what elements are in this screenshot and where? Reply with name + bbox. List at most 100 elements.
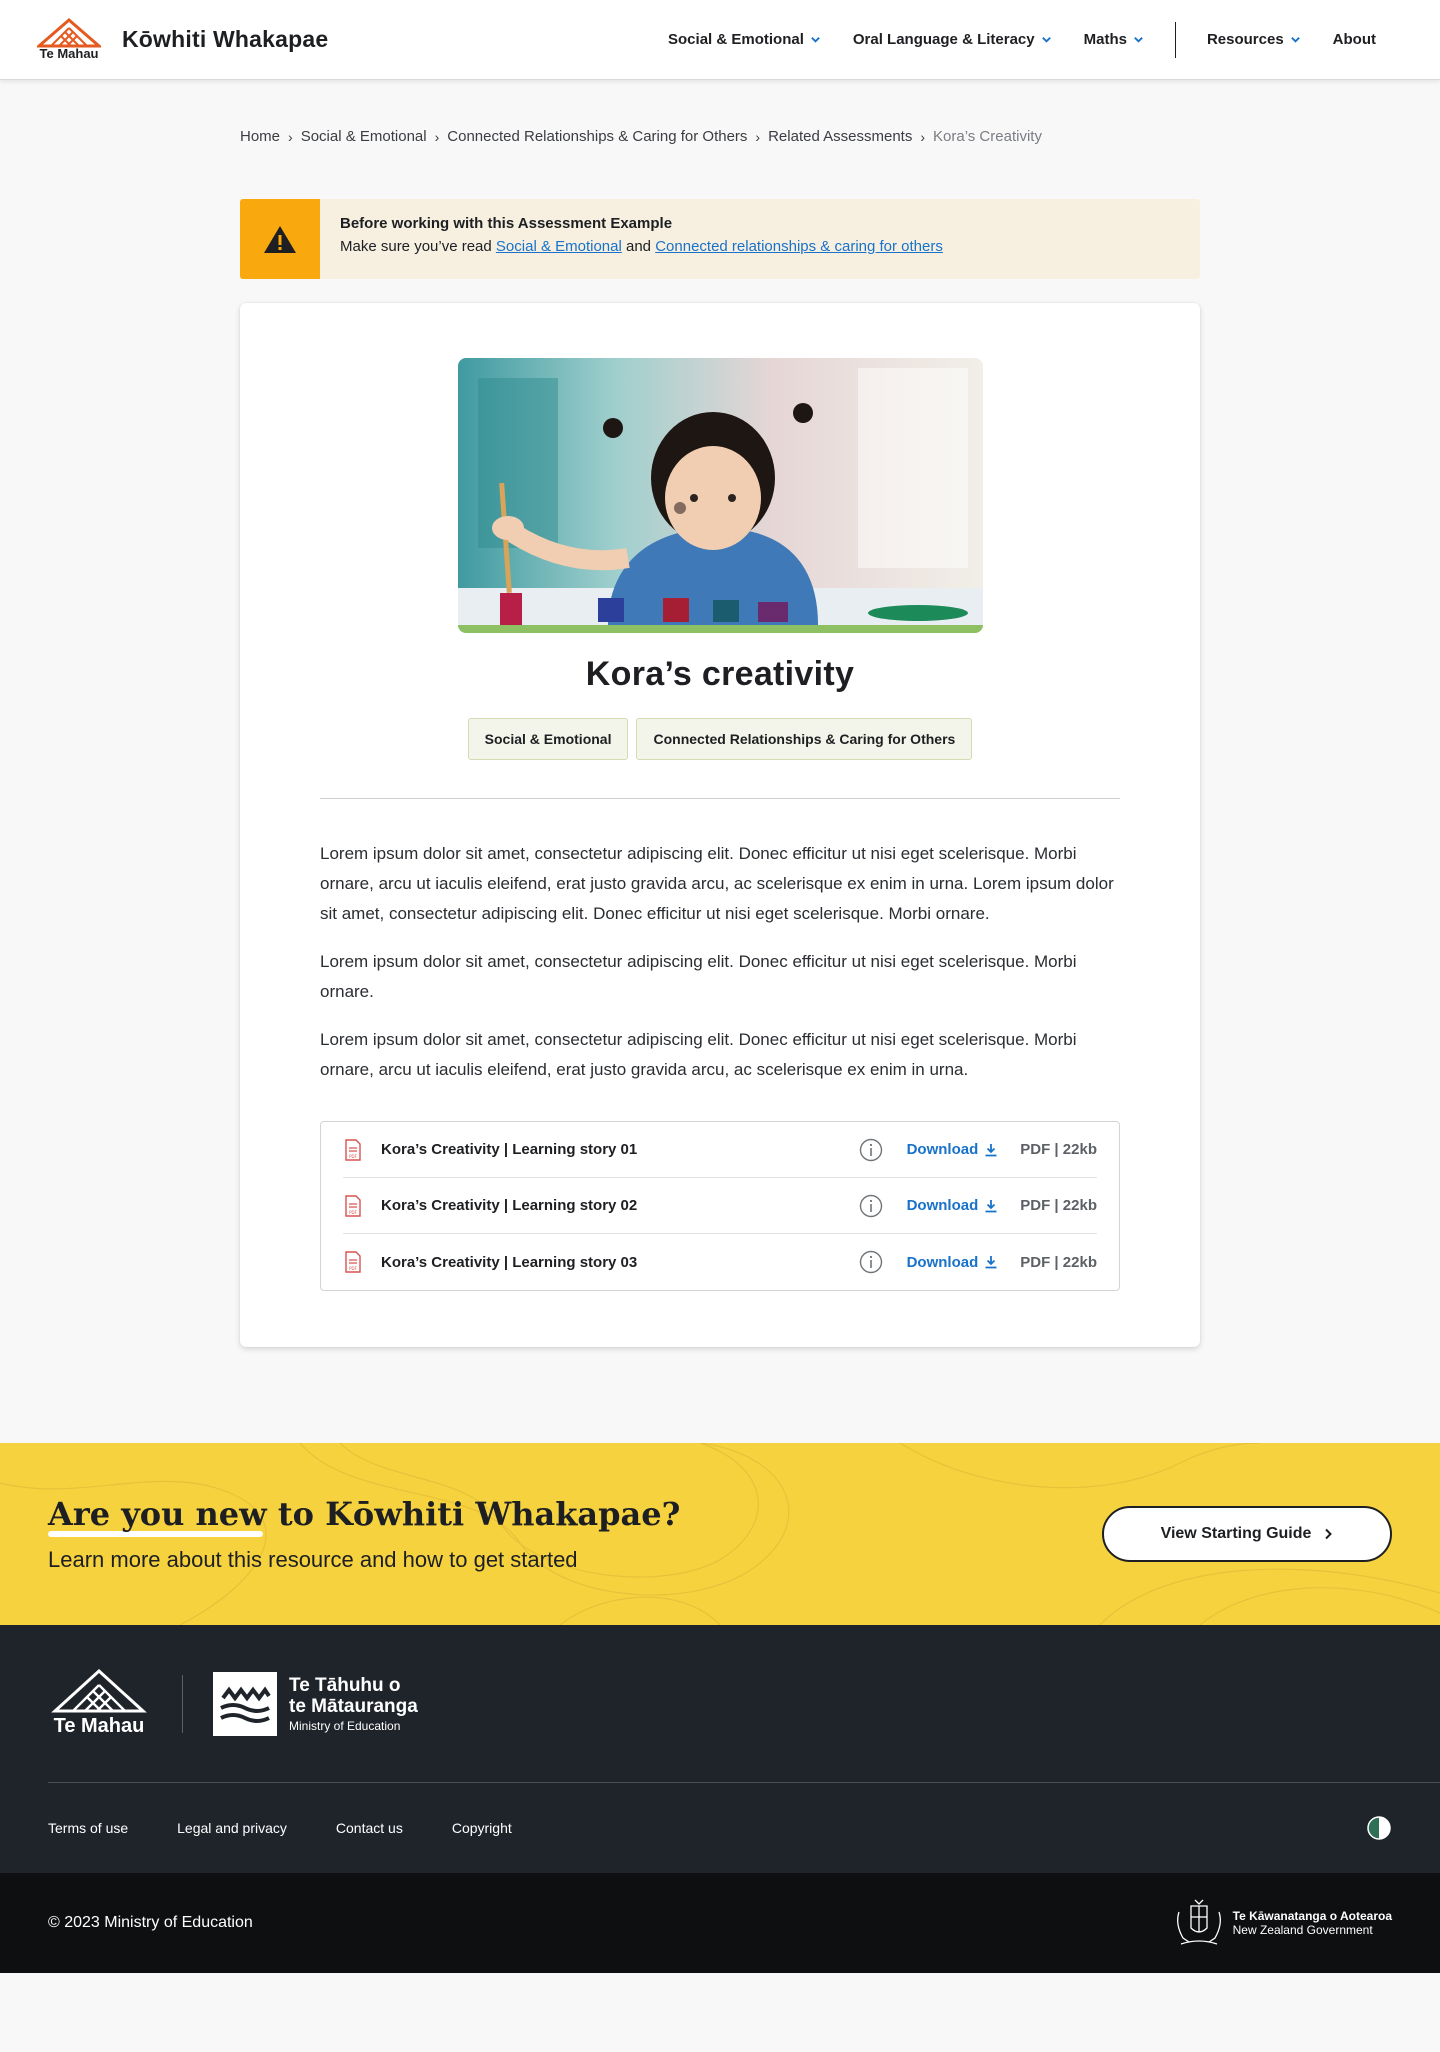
moe-line-3: Ministry of Education: [289, 1718, 401, 1733]
nav-social-emotional-label: Social & Emotional: [668, 31, 804, 48]
tag-list: Social & Emotional Connected Relationshi…: [320, 718, 1120, 760]
footer-logos: Te Mahau Te Tāhuhu o te Mātauranga Minis…: [48, 1625, 1440, 1783]
nav-social-emotional[interactable]: Social & Emotional: [652, 31, 837, 48]
footer-links: Terms of use Legal and privacy Contact u…: [48, 1783, 1392, 1873]
download-label: Download: [906, 1197, 979, 1214]
chevron-right-icon: [1325, 1528, 1333, 1540]
assessment-notice: Before working with this Assessment Exam…: [240, 199, 1200, 279]
info-icon[interactable]: [859, 1250, 883, 1274]
banner-text: Are you new to Kōwhiti Whakapae? Learn m…: [48, 1495, 680, 1573]
footer-link-contact[interactable]: Contact us: [336, 1820, 403, 1836]
child-painting-image: [457, 358, 983, 625]
view-starting-guide-button[interactable]: View Starting Guide: [1102, 1506, 1392, 1562]
breadcrumb-current: Kora’s Creativity: [933, 128, 1042, 145]
nav-resources-label: Resources: [1206, 31, 1284, 48]
footer-te-mahau-logo[interactable]: Te Mahau: [48, 1669, 150, 1738]
te-mahau-logo[interactable]: Te Mahau: [34, 18, 104, 61]
footer-logo-separator: [182, 1674, 183, 1733]
nav-maths[interactable]: Maths: [1068, 31, 1160, 48]
file-meta: PDF | 22kb: [1020, 1253, 1097, 1271]
download-icon: [985, 1199, 997, 1212]
nz-government-logo[interactable]: Te Kāwanatanga o Aotearoa New Zealand Go…: [1171, 1898, 1392, 1948]
pdf-file-icon: PDF: [345, 1251, 361, 1273]
nav-maths-label: Maths: [1083, 31, 1127, 48]
banner-heading-text: Are you new to Kōwhiti Whakapae?: [48, 1495, 681, 1533]
view-starting-guide-label: View Starting Guide: [1160, 1525, 1312, 1542]
notice-link-social-emotional[interactable]: Social & Emotional: [496, 238, 622, 255]
warning-icon: [264, 226, 296, 253]
main-content: Home › Social & Emotional › Connected Re…: [240, 80, 1200, 1347]
pdf-file-icon-label: PDF: [349, 1210, 357, 1215]
notice-body: Before working with this Assessment Exam…: [320, 199, 963, 279]
breadcrumb: Home › Social & Emotional › Connected Re…: [240, 128, 1200, 145]
pdf-file-icon: PDF: [345, 1138, 361, 1161]
body-paragraph: Lorem ipsum dolor sit amet, consectetur …: [320, 844, 1114, 923]
contrast-toggle-icon[interactable]: [1366, 1815, 1392, 1841]
ministry-of-education-logo[interactable]: Te Tāhuhu o te Mātauranga Ministry of Ed…: [213, 1671, 418, 1736]
download-label: Download: [906, 1141, 979, 1158]
nav-oral-language[interactable]: Oral Language & Literacy: [837, 31, 1068, 48]
footer-link-terms[interactable]: Terms of use: [48, 1820, 128, 1836]
file-name: Kora’s Creativity | Learning story 03: [381, 1253, 638, 1271]
banner-heading: Are you new to Kōwhiti Whakapae?: [48, 1495, 681, 1537]
file-row: PDF Kora’s Creativity | Learning story 0…: [343, 1234, 1097, 1290]
hero-image: [457, 358, 983, 633]
site-header: Te Mahau Kōwhiti Whakapae Social & Emoti…: [0, 0, 1440, 80]
chevron-down-icon: [1134, 37, 1143, 43]
download-button[interactable]: Download: [907, 1197, 999, 1214]
main-nav: Social & Emotional Oral Language & Liter…: [652, 0, 1392, 79]
copyright-text: © 2023 Ministry of Education: [48, 1914, 253, 1931]
file-list: PDF Kora’s Creativity | Learning story 0…: [320, 1121, 1120, 1291]
file-meta: PDF | 22kb: [1020, 1197, 1097, 1214]
breadcrumb-separator-icon: ›: [920, 128, 926, 145]
te-mahau-logo-icon: [51, 1669, 147, 1713]
assessment-card: Kora’s creativity Social & Emotional Con…: [240, 303, 1200, 1347]
info-icon[interactable]: [859, 1138, 883, 1162]
nav-about[interactable]: About: [1317, 31, 1392, 48]
divider: [320, 798, 1120, 799]
file-meta: PDF | 22kb: [1020, 1141, 1097, 1158]
footer-link-legal[interactable]: Legal and privacy: [177, 1820, 287, 1836]
notice-link-connected-relationships[interactable]: Connected relationships & caring for oth…: [655, 238, 943, 255]
breadcrumb-home[interactable]: Home: [240, 128, 280, 145]
body-paragraph: Lorem ipsum dolor sit amet, consectetur …: [320, 1030, 1077, 1079]
breadcrumb-connected-relationships[interactable]: Connected Relationships & Caring for Oth…: [447, 128, 747, 145]
moe-line-1: Te Tāhuhu o: [289, 1674, 401, 1696]
breadcrumb-separator-icon: ›: [434, 128, 440, 145]
tag-connected-relationships[interactable]: Connected Relationships & Caring for Oth…: [636, 718, 973, 760]
pdf-file-icon-label: PDF: [349, 1154, 357, 1159]
starting-guide-banner: Are you new to Kōwhiti Whakapae? Learn m…: [0, 1443, 1440, 1625]
file-row: PDF Kora’s Creativity | Learning story 0…: [343, 1178, 1097, 1234]
body-paragraph: Lorem ipsum dolor sit amet, consectetur …: [320, 952, 1077, 1001]
info-icon[interactable]: [859, 1194, 883, 1218]
nav-about-label: About: [1332, 31, 1376, 48]
chevron-down-icon: [1290, 37, 1300, 43]
download-label: Download: [906, 1253, 979, 1271]
pdf-file-icon: PDF: [345, 1194, 361, 1217]
assessment-body: Lorem ipsum dolor sit amet, consectetur …: [320, 839, 1120, 1085]
file-name: Kora’s Creativity | Learning story 02: [381, 1197, 638, 1214]
nav-oral-language-label: Oral Language & Literacy: [852, 31, 1035, 48]
chevron-down-icon: [811, 37, 820, 43]
moe-line-2: te Mātauranga: [289, 1695, 418, 1717]
moe-logo-text: Te Tāhuhu o te Mātauranga Ministry of Ed…: [289, 1675, 418, 1733]
site-title[interactable]: Kōwhiti Whakapae: [122, 26, 328, 53]
nav-resources[interactable]: Resources: [1191, 31, 1317, 48]
file-name: Kora’s Creativity | Learning story 01: [381, 1141, 638, 1158]
download-icon: [985, 1256, 997, 1269]
tag-social-emotional[interactable]: Social & Emotional: [467, 718, 629, 760]
breadcrumb-social-emotional[interactable]: Social & Emotional: [301, 128, 427, 145]
te-mahau-logo-icon: [37, 18, 101, 48]
download-button[interactable]: Download: [907, 1141, 999, 1158]
breadcrumb-separator-icon: ›: [288, 128, 293, 145]
nz-government-text: Te Kāwanatanga o Aotearoa New Zealand Go…: [1233, 1909, 1392, 1937]
download-icon: [985, 1143, 997, 1156]
nz-coat-of-arms-icon: [1176, 1899, 1221, 1945]
download-button[interactable]: Download: [907, 1254, 999, 1271]
moe-logo-icon: [213, 1671, 277, 1736]
breadcrumb-related-assessments[interactable]: Related Assessments: [768, 128, 912, 145]
brand[interactable]: Te Mahau Kōwhiti Whakapae: [34, 18, 328, 61]
footer-link-copyright[interactable]: Copyright: [452, 1820, 512, 1836]
govt-line-1: Te Kāwanatanga o Aotearoa: [1232, 1909, 1392, 1923]
chevron-down-icon: [1041, 37, 1051, 43]
